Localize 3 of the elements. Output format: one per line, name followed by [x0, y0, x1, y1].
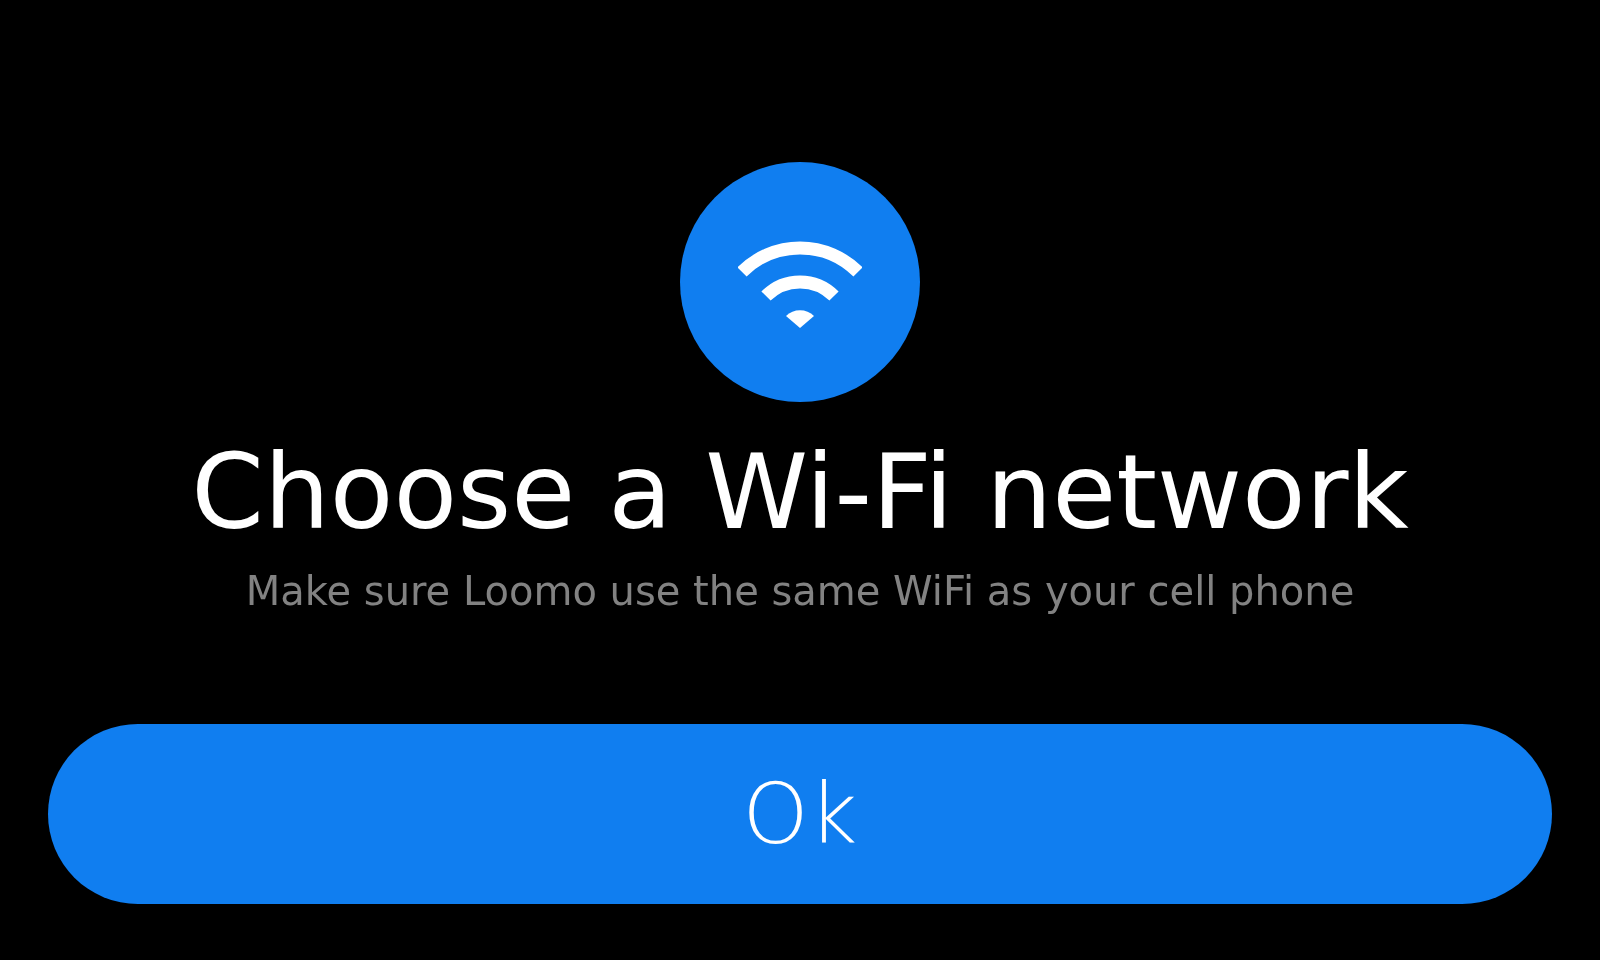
dialog-title: Choose a Wi-Fi network: [191, 432, 1409, 552]
ok-button[interactable]: Ok: [48, 724, 1552, 904]
dialog-subtitle: Make sure Loomo use the same WiFi as your cell phone: [245, 567, 1355, 616]
